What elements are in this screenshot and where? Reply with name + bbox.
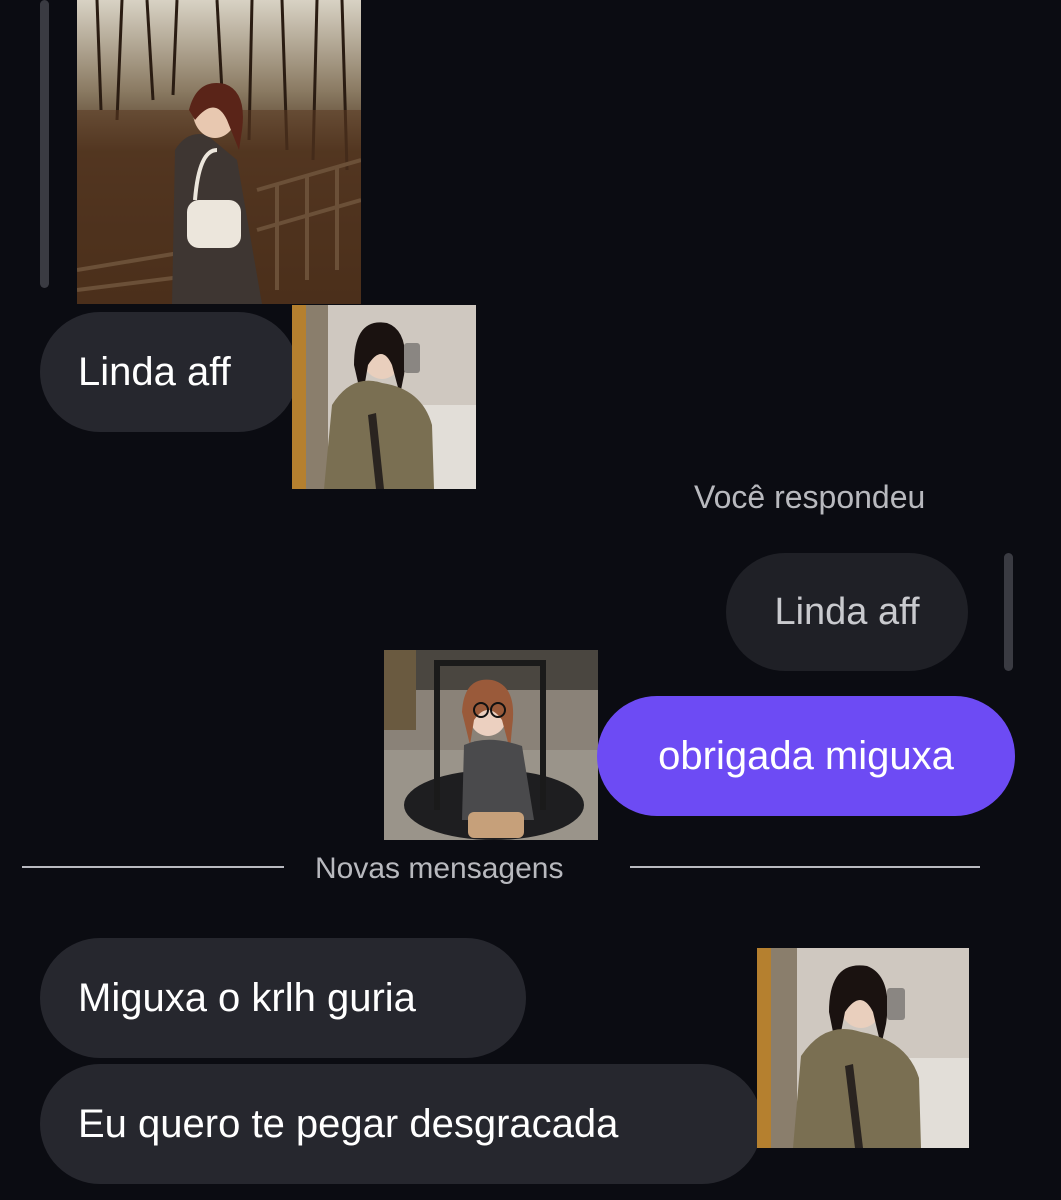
- received-message-text: Miguxa o krlh guria: [78, 975, 416, 1020]
- photo-cafe-selfie[interactable]: [384, 650, 598, 840]
- photo-mirror-selfie[interactable]: [757, 948, 969, 1148]
- photo-forest[interactable]: [77, 0, 361, 304]
- photo-mirror-selfie-image: [757, 948, 969, 1148]
- reply-quote-bar: [40, 0, 49, 288]
- received-message-text: Linda aff: [78, 349, 231, 394]
- received-message-bubble[interactable]: Eu quero te pegar desgracada: [40, 1064, 762, 1184]
- reply-caption: Você respondeu: [694, 479, 926, 515]
- divider-line-right: [630, 866, 980, 868]
- photo-mirror-selfie[interactable]: [292, 305, 476, 489]
- received-message-text: Eu quero te pegar desgracada: [78, 1101, 619, 1146]
- reply-quote-bar: [1004, 553, 1013, 671]
- sent-message-text: obrigada miguxa: [658, 733, 954, 778]
- photo-cafe-selfie-image: [384, 650, 598, 840]
- received-message-bubble[interactable]: Miguxa o krlh guria: [40, 938, 526, 1058]
- photo-mirror-selfie-image: [292, 305, 476, 489]
- new-messages-divider-label: Novas mensagens: [315, 852, 564, 885]
- photo-forest-image: [77, 0, 361, 304]
- quoted-message-bubble[interactable]: Linda aff: [726, 553, 968, 671]
- divider-line-left: [22, 866, 284, 868]
- sent-message-bubble[interactable]: obrigada miguxa: [597, 696, 1015, 816]
- quoted-message-text: Linda aff: [774, 590, 920, 633]
- received-message-bubble[interactable]: Linda aff: [40, 312, 298, 432]
